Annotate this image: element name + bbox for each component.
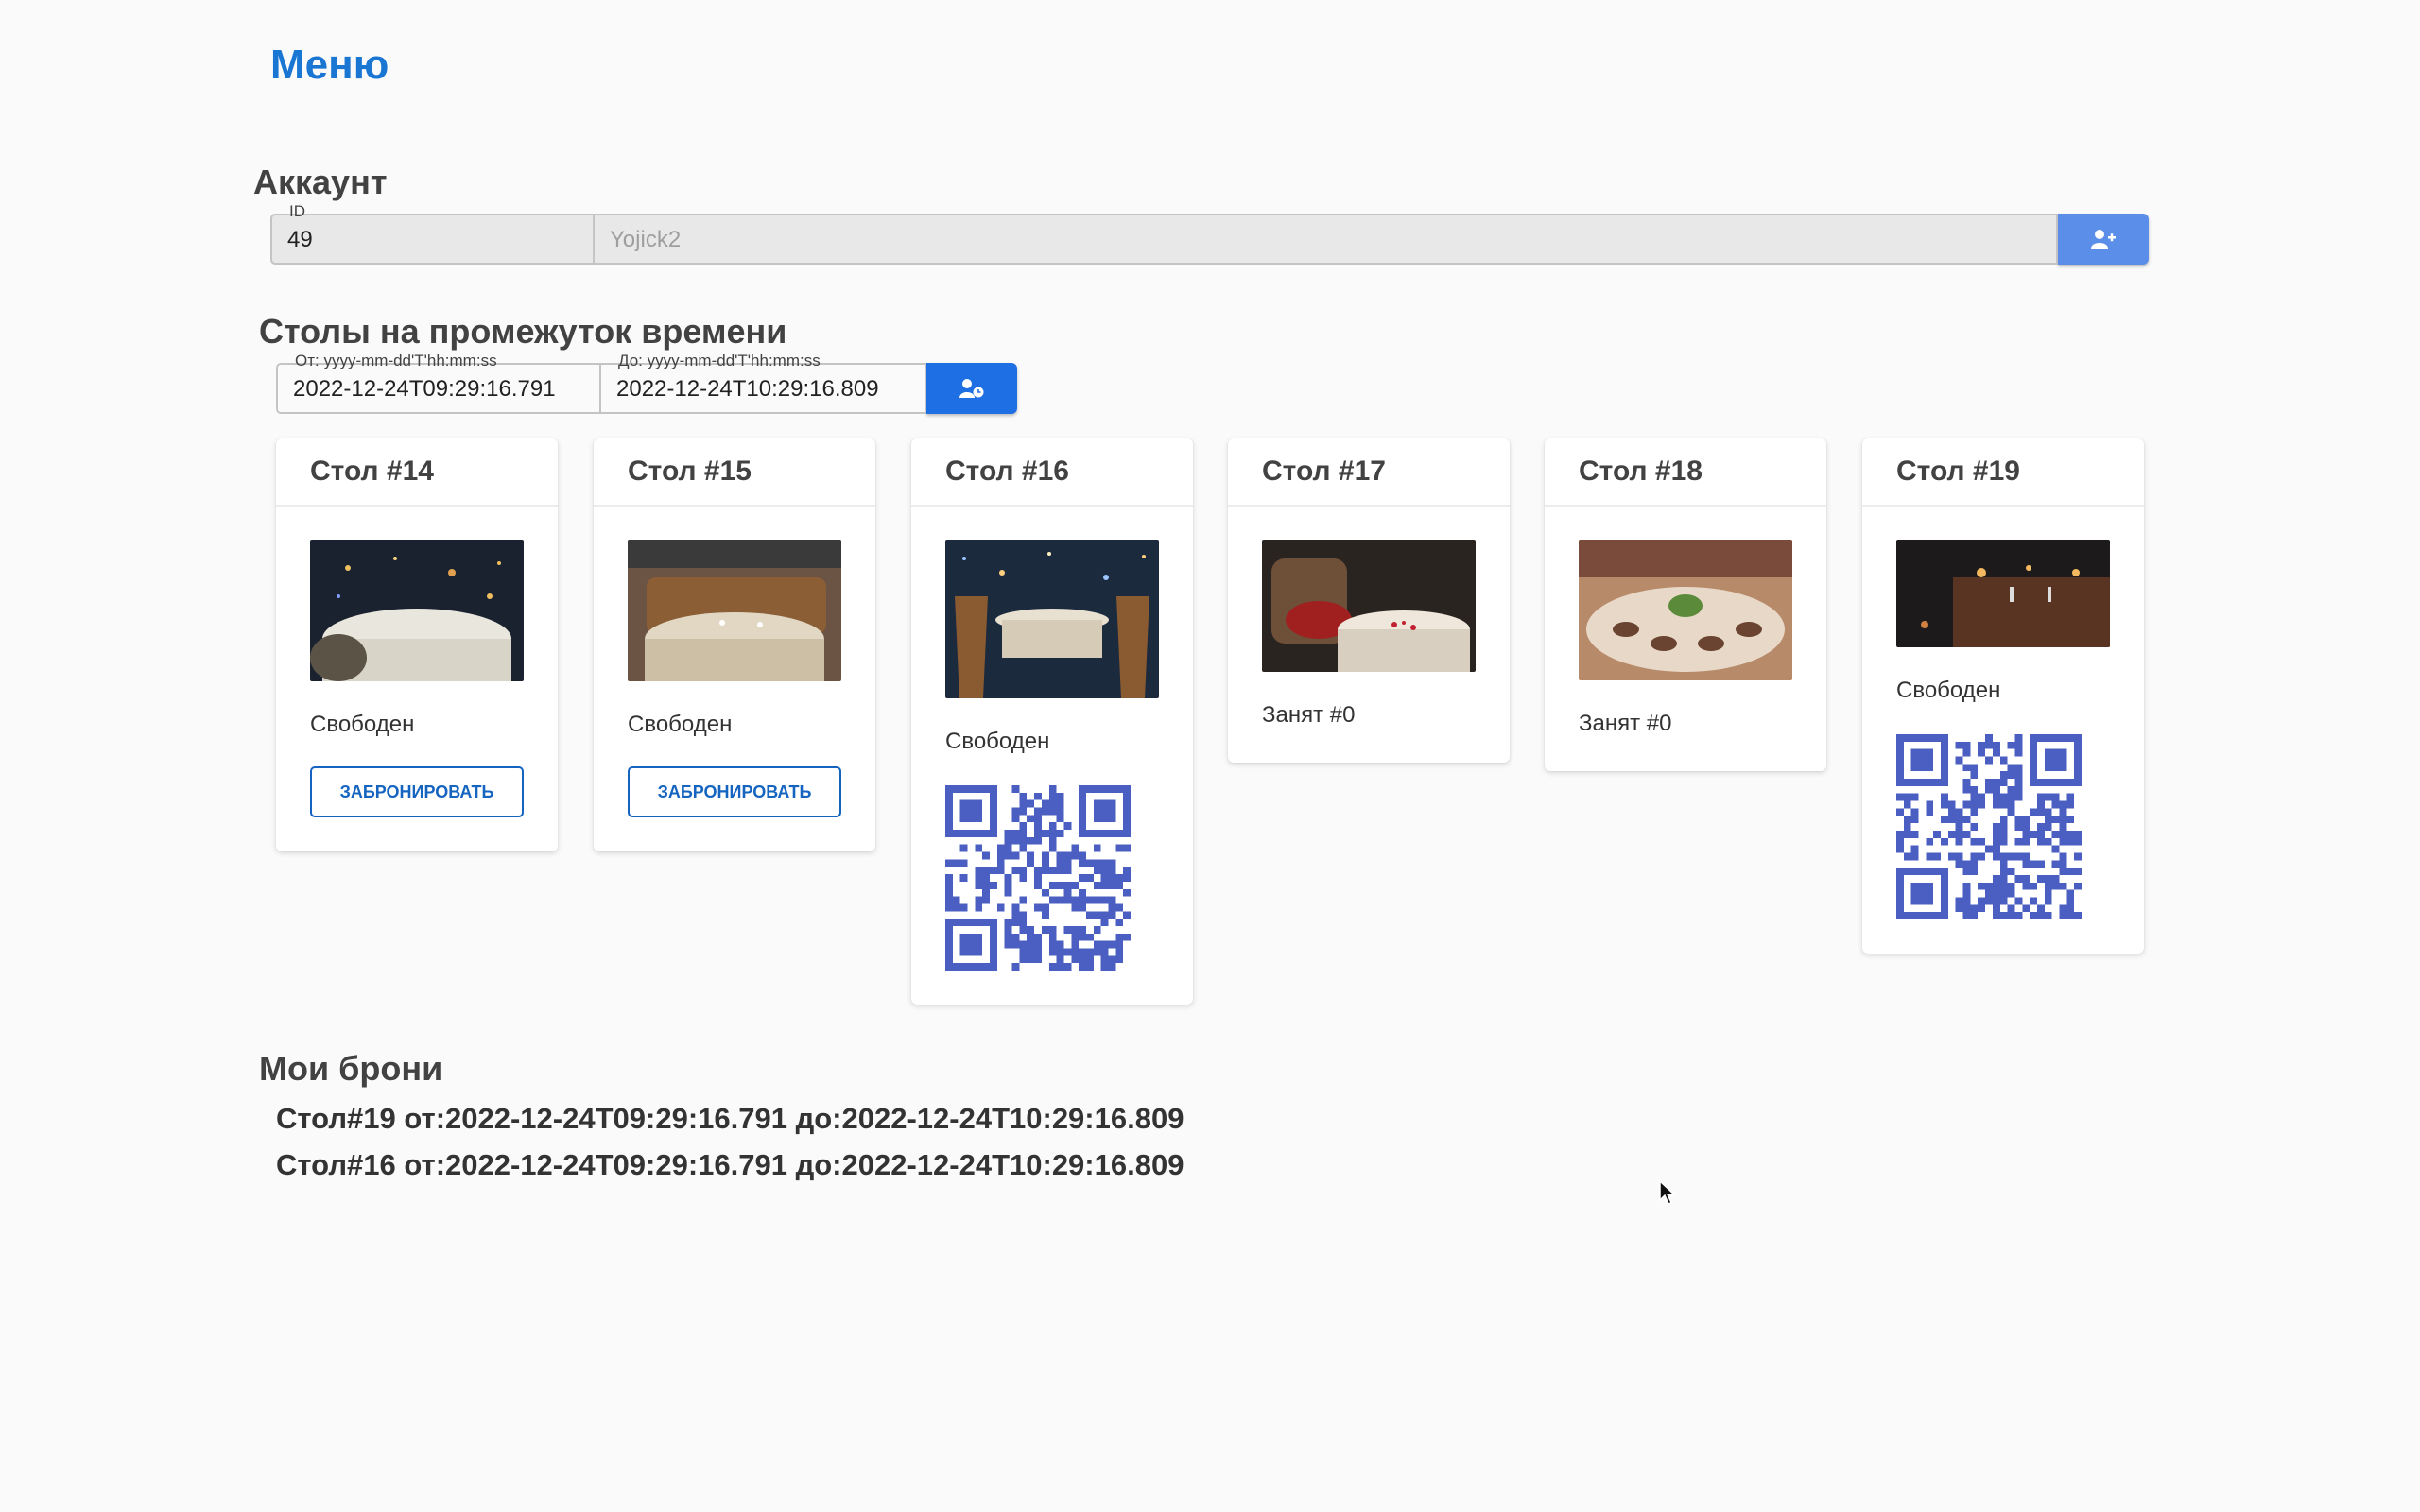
from-value: 2022-12-24T09:29:16.791	[293, 376, 556, 402]
booking-item: Стол#19 от:2022-12-24T09:29:16.791 до:20…	[276, 1102, 1184, 1135]
book-button[interactable]: ЗАБРОНИРОВАТЬ	[628, 766, 841, 817]
table-card: Стол #14 Свободен ЗАБРОНИРОВАТЬ	[276, 438, 558, 851]
booking-item: Стол#16 от:2022-12-24T09:29:16.791 до:20…	[276, 1148, 1184, 1181]
table-card-title: Стол #17	[1228, 438, 1510, 507]
table-card-title: Стол #18	[1545, 438, 1826, 507]
table-card: Стол #18 Занят #0	[1545, 438, 1826, 771]
table-status: Занят #0	[1262, 702, 1356, 728]
user-plus-icon	[2091, 230, 2116, 249]
from-datetime-field[interactable]: От: yyyy-mm-dd'T'hh:mm:ss 2022-12-24T09:…	[276, 352, 601, 414]
table-status: Занят #0	[1579, 711, 1672, 736]
restaurant-table-photo	[1579, 540, 1792, 680]
table-card: Стол #17 Занят #0	[1228, 438, 1510, 763]
username-field[interactable]: Yojick2	[595, 214, 2058, 265]
table-status: Свободен	[1896, 678, 2001, 703]
search-tables-button[interactable]	[926, 363, 1017, 414]
table-card-title: Стол #19	[1862, 438, 2144, 507]
table-card: Стол #19 Свободен	[1862, 438, 2144, 954]
table-card: Стол #15 Свободен ЗАБРОНИРОВАТЬ	[594, 438, 875, 851]
restaurant-table-photo	[628, 540, 841, 681]
to-legend: До: yyyy-mm-dd'T'hh:mm:ss	[614, 352, 824, 370]
table-status: Свободен	[628, 712, 733, 737]
table-card-title: Стол #16	[911, 438, 1193, 507]
menu-link[interactable]: Меню	[270, 42, 389, 89]
restaurant-table-photo	[310, 540, 524, 681]
period-title: Столы на промежуток времени	[259, 312, 787, 351]
account-id-value: 49	[287, 227, 313, 252]
username-value: Yojick2	[610, 227, 682, 252]
bookings-title: Мои брони	[259, 1049, 443, 1088]
account-id-legend: ID	[285, 202, 309, 221]
from-legend: От: yyyy-mm-dd'T'hh:mm:ss	[291, 352, 501, 370]
register-button[interactable]	[2058, 214, 2149, 265]
period-form: От: yyyy-mm-dd'T'hh:mm:ss 2022-12-24T09:…	[276, 352, 1017, 414]
table-card: Стол #16 Свободен	[911, 438, 1193, 1005]
account-form: ID 49 Yojick2	[270, 202, 2149, 265]
booking-qr-code	[1896, 734, 2082, 919]
to-datetime-field[interactable]: До: yyyy-mm-dd'T'hh:mm:ss 2022-12-24T10:…	[601, 352, 926, 414]
restaurant-table-photo	[1262, 540, 1476, 672]
table-status: Свободен	[945, 729, 1050, 754]
user-clock-icon	[959, 379, 984, 398]
restaurant-table-photo	[945, 540, 1159, 698]
booking-qr-code	[945, 785, 1131, 971]
table-status: Свободен	[310, 712, 415, 737]
account-id-field[interactable]: ID 49	[270, 202, 595, 265]
table-card-title: Стол #14	[276, 438, 558, 507]
to-value: 2022-12-24T10:29:16.809	[616, 376, 879, 402]
table-card-title: Стол #15	[594, 438, 875, 507]
restaurant-table-photo	[1896, 540, 2110, 647]
account-title: Аккаунт	[253, 163, 388, 201]
mouse-cursor-icon	[1659, 1179, 1676, 1206]
book-button[interactable]: ЗАБРОНИРОВАТЬ	[310, 766, 524, 817]
